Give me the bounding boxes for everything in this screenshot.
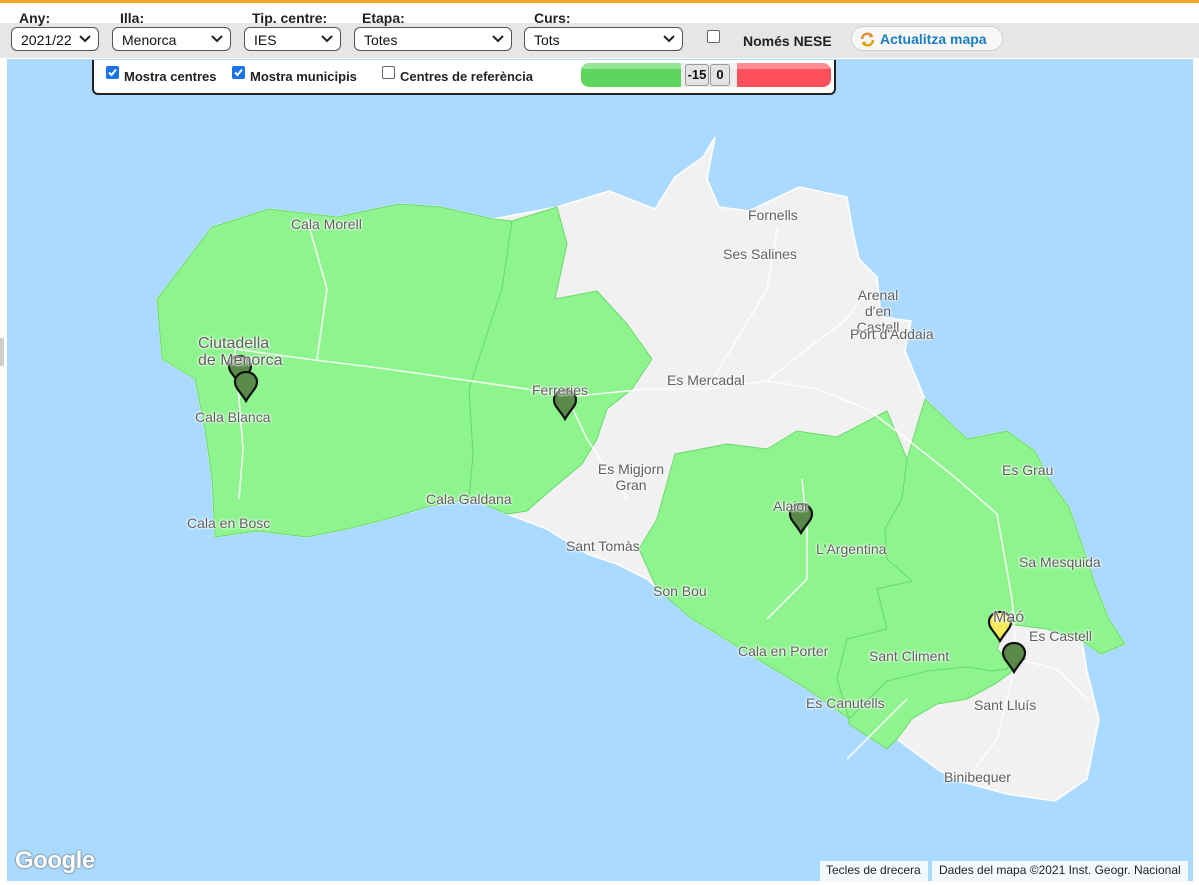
left-edge-handle <box>0 338 4 366</box>
chevron-down-icon <box>79 35 91 43</box>
place-label: Es Grau <box>1002 462 1054 478</box>
checkmark-icon <box>234 68 243 77</box>
place-label: Sant Tomàs <box>566 538 640 554</box>
place-label: Es Mercadal <box>667 372 745 388</box>
region-ciutadella <box>156 203 513 538</box>
place-label: Maó <box>993 609 1025 626</box>
range-max-value: 0 <box>716 67 724 82</box>
mostra-municipis-checkbox[interactable] <box>232 66 245 79</box>
place-label: Cala en Bosc <box>187 515 271 531</box>
illa-select[interactable]: Menorca <box>112 27 231 51</box>
google-logo: Google <box>15 847 95 874</box>
place-label: Sant Lluís <box>974 697 1037 713</box>
place-label: Ses Salines <box>723 246 797 262</box>
place-label: Port d'Addaia <box>850 326 934 342</box>
chevron-down-icon <box>211 35 223 43</box>
left-margin <box>0 59 7 885</box>
place-label: Ciutadella de Menorca <box>198 335 283 369</box>
nomes-nese-checkbox[interactable] <box>707 30 720 43</box>
any-value: 2021/22 <box>21 32 72 48</box>
place-label: Es Migjorn Gran <box>597 461 665 493</box>
chevron-down-icon <box>492 35 504 43</box>
place-label: Ferreries <box>532 382 589 398</box>
nomes-nese-label: Només NESE <box>743 33 832 49</box>
place-label: Alaior <box>773 498 809 514</box>
bottom-margin <box>0 881 1199 885</box>
any-label: Any: <box>19 10 51 26</box>
place-label: Fornells <box>748 207 798 223</box>
tip-centre-label: Tip. centre: <box>252 10 328 26</box>
tip-centre-select[interactable]: IES <box>244 27 341 51</box>
tip-centre-value: IES <box>254 32 277 48</box>
place-label: Binibequer <box>944 769 1011 785</box>
right-margin <box>1193 59 1199 885</box>
refresh-icon <box>860 32 875 47</box>
place-label: Sant Climent <box>869 648 950 664</box>
etapa-select[interactable]: Totes <box>354 27 512 51</box>
filter-toolbar: Any: 2021/22 Illa: Menorca Tip. centre: … <box>0 3 1199 58</box>
map-controls-panel: Mostra centres Mostra municipis Centres … <box>92 60 836 95</box>
place-label: Son Bou <box>653 583 707 599</box>
curs-label: Curs: <box>534 10 571 26</box>
place-label: Cala en Porter <box>738 643 829 659</box>
illa-label: Illa: <box>120 10 145 26</box>
range-min-handle[interactable]: -15 <box>685 64 709 86</box>
refresh-map-label: Actualitza mapa <box>880 31 987 47</box>
place-label: Cala Galdana <box>426 491 512 507</box>
place-label: L'Argentina <box>816 541 887 557</box>
place-label: Es Canutells <box>806 695 885 711</box>
mostra-municipis-label: Mostra municipis <box>250 69 357 84</box>
curs-value: Tots <box>534 32 560 48</box>
range-slider[interactable]: -15 0 <box>581 62 831 88</box>
place-label: Es Castell <box>1029 628 1093 644</box>
centres-referencia-checkbox[interactable] <box>382 66 395 79</box>
place-label: Sa Mesquida <box>1019 554 1101 570</box>
checkmark-icon <box>108 68 117 77</box>
range-max-handle[interactable]: 0 <box>710 64 730 86</box>
keyboard-shortcuts-link[interactable]: Tecles de drecera <box>820 861 928 881</box>
etapa-label: Etapa: <box>362 10 405 26</box>
map-canvas[interactable]: Cala Morell Fornells Ses Salines Arenal … <box>7 59 1193 881</box>
any-select[interactable]: 2021/22 <box>11 27 99 51</box>
range-min-value: -15 <box>687 67 707 82</box>
curs-select[interactable]: Tots <box>524 27 683 51</box>
place-label: Cala Blanca <box>195 409 271 425</box>
chevron-down-icon <box>663 35 675 43</box>
etapa-value: Totes <box>364 32 398 48</box>
chevron-down-icon <box>321 35 333 43</box>
map-data-attribution: Dades del mapa ©2021 Inst. Geogr. Nacion… <box>932 861 1188 881</box>
mostra-centres-checkbox[interactable] <box>106 66 119 79</box>
illa-value: Menorca <box>122 32 177 48</box>
refresh-map-button[interactable]: Actualitza mapa <box>851 26 1003 51</box>
mostra-centres-label: Mostra centres <box>124 69 217 84</box>
centres-referencia-label: Centres de referència <box>400 69 533 84</box>
place-label: Cala Morell <box>291 216 362 232</box>
